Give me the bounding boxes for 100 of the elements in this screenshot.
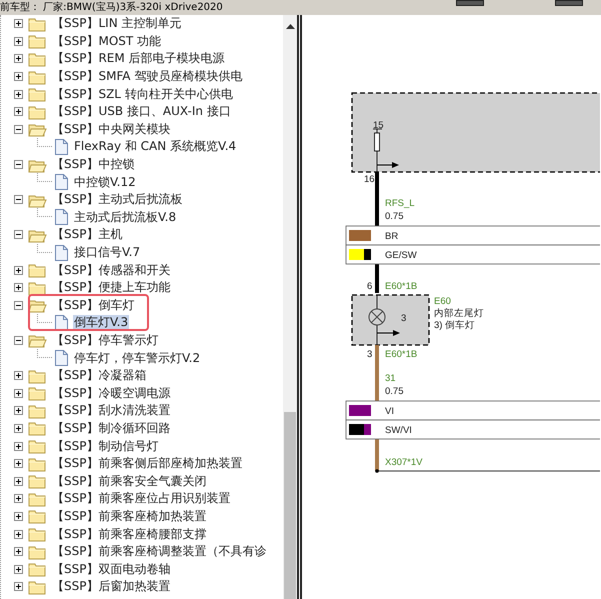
- folder-icon: [28, 68, 47, 85]
- color-swatch: [349, 249, 371, 260]
- expand-icon[interactable]: [14, 107, 23, 116]
- folder-icon: [28, 561, 47, 578]
- expand-icon[interactable]: [14, 406, 23, 416]
- tree-item[interactable]: 【SSP】冷暖空调电源: [51, 386, 172, 401]
- tree-item[interactable]: 【SSP】冷凝器箱: [51, 368, 148, 384]
- tree-item[interactable]: 【SSP】LIN 主控制单元: [51, 16, 182, 32]
- tree-item[interactable]: 【SSP】制冷循环回路: [51, 420, 172, 436]
- folder-icon: [28, 438, 47, 454]
- collapse-icon[interactable]: [14, 160, 23, 170]
- folder-icon: [28, 544, 47, 560]
- expand-icon[interactable]: [14, 266, 23, 275]
- document-icon: [54, 314, 69, 332]
- folder-icon: [28, 262, 47, 278]
- connector-label: E60*1B: [385, 349, 418, 360]
- tree-item[interactable]: 【SSP】SMFA 驾驶员座椅模块供电: [51, 69, 244, 84]
- expand-icon[interactable]: [14, 72, 23, 82]
- tree-item[interactable]: 【SSP】REM 后部电子模块电源: [51, 51, 226, 66]
- pin-label: 15: [373, 120, 384, 131]
- tree-item[interactable]: 【SSP】双面电动卷轴: [51, 562, 172, 577]
- tree-item[interactable]: 【SSP】MOST 功能: [51, 34, 162, 49]
- tree-item[interactable]: 【SSP】传感器和开关: [51, 262, 172, 278]
- expand-icon[interactable]: [14, 582, 23, 592]
- collapse-icon[interactable]: [14, 230, 23, 240]
- expand-icon[interactable]: [14, 54, 23, 64]
- tree-item[interactable]: 接口信号V.7: [73, 245, 142, 260]
- document-icon: [54, 138, 69, 156]
- tree-item[interactable]: 【SSP】主动式后扰流板: [51, 192, 184, 208]
- expand-icon[interactable]: [14, 371, 23, 380]
- component-name: 内部左尾灯: [434, 308, 484, 319]
- tree-item[interactable]: 【SSP】前乘客安全气囊关闭: [51, 474, 208, 489]
- tree-item[interactable]: 倒车灯V.3: [73, 315, 130, 330]
- tree-item[interactable]: 【SSP】SZL 转向柱开关中心供电: [51, 86, 234, 102]
- tree-item[interactable]: 【SSP】前乘客座位占用识别装置: [51, 491, 232, 506]
- tree-item[interactable]: 【SSP】主机: [51, 227, 124, 242]
- connector-label: X307*1V: [385, 457, 423, 468]
- tree-item[interactable]: 【SSP】中央网关模块: [51, 122, 172, 137]
- color-code: SW/VI: [385, 425, 412, 436]
- tree-item[interactable]: 主动式后扰流板V.8: [73, 210, 178, 225]
- folder-icon: [28, 402, 47, 419]
- tree-item[interactable]: 停车灯，停车警示灯V.2: [73, 350, 202, 366]
- expand-icon[interactable]: [14, 424, 23, 433]
- tree-item[interactable]: 【SSP】倒车灯: [51, 298, 136, 313]
- scrollbar-track[interactable]: [283, 15, 297, 599]
- expand-icon[interactable]: [14, 442, 23, 451]
- tree-item[interactable]: 【SSP】停车警示灯: [51, 332, 160, 348]
- expand-icon[interactable]: [14, 459, 23, 468]
- expand-icon[interactable]: [14, 547, 23, 556]
- tree-item[interactable]: 【SSP】前乘客座椅加热装置: [51, 508, 208, 524]
- folder-icon: [28, 456, 47, 472]
- pin-number: 3: [401, 313, 406, 324]
- tree-item[interactable]: 【SSP】刮水清洗装置: [51, 403, 172, 418]
- folder-icon: [28, 385, 47, 402]
- pin-number: 6: [367, 281, 372, 292]
- expand-icon[interactable]: [14, 283, 23, 292]
- folder-icon: [28, 526, 47, 542]
- expand-icon[interactable]: [14, 512, 23, 521]
- wire-signal: 31: [385, 373, 396, 384]
- folder-icon: [28, 508, 47, 524]
- tree-item[interactable]: 中控锁V.12: [73, 174, 137, 190]
- document-icon: [54, 244, 69, 262]
- color-swatch: [349, 230, 371, 241]
- scrollbar-thumb[interactable]: [284, 412, 296, 599]
- color-swatch: [349, 405, 371, 416]
- collapse-icon[interactable]: [14, 195, 23, 204]
- fuse-symbol: [372, 128, 382, 172]
- color-code: VI: [385, 406, 394, 417]
- collapse-icon[interactable]: [14, 300, 23, 310]
- tree-item[interactable]: 【SSP】后窗加热装置: [51, 579, 172, 594]
- expand-icon[interactable]: [14, 494, 23, 504]
- component-code: E60: [434, 296, 451, 307]
- collapse-icon[interactable]: [14, 124, 23, 134]
- expand-icon[interactable]: [14, 36, 23, 46]
- tree-item[interactable]: 【SSP】中控锁: [51, 157, 136, 172]
- tree-item[interactable]: 【SSP】前乘客侧后部座椅加热装置: [51, 456, 244, 472]
- collapse-icon[interactable]: [14, 336, 23, 345]
- tree-item[interactable]: 【SSP】便捷上车功能: [51, 280, 172, 296]
- tree-item[interactable]: 【SSP】前乘客座椅调整装置（不具有诊: [51, 544, 268, 560]
- wire-signal: RFS_L: [385, 198, 415, 209]
- component-note: 3) 倒车灯: [434, 320, 476, 331]
- expand-icon[interactable]: [14, 476, 23, 486]
- wire-gauge: 0.75: [385, 386, 404, 397]
- tree-item[interactable]: FlexRay 和 CAN 系统概览V.4: [73, 139, 238, 154]
- tree-item[interactable]: 【SSP】前乘客座椅腰部支撑: [51, 526, 208, 542]
- expand-icon[interactable]: [14, 19, 23, 28]
- tree-item[interactable]: 【SSP】USB 接口、AUX-In 接口: [51, 104, 232, 120]
- document-icon: [54, 349, 69, 368]
- output-arrow: [376, 330, 400, 336]
- folder-icon: [28, 280, 47, 296]
- output-arrow: [376, 162, 399, 168]
- expand-icon[interactable]: [14, 90, 23, 99]
- tree-item[interactable]: 【SSP】制动信号灯: [51, 438, 160, 454]
- folder-icon: [28, 86, 47, 102]
- expand-icon[interactable]: [14, 530, 23, 539]
- expand-icon[interactable]: [14, 388, 23, 398]
- scroll-up-icon[interactable]: [286, 24, 294, 29]
- folder-icon: [28, 368, 47, 384]
- expand-icon[interactable]: [14, 564, 23, 574]
- folder-icon: [28, 578, 47, 595]
